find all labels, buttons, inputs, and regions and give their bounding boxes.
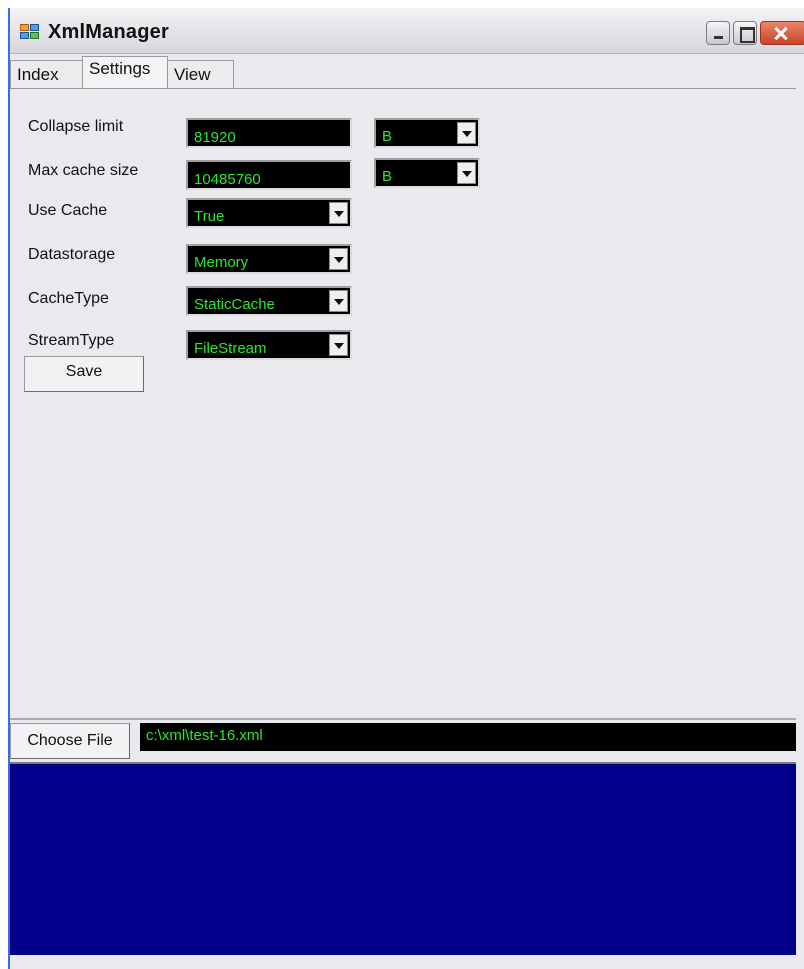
collapse-limit-unit-value: B [382, 128, 393, 145]
cache-type-select[interactable]: StaticCache [186, 286, 352, 316]
tab-view[interactable]: View [168, 60, 234, 88]
tab-page-border [10, 88, 796, 89]
chevron-down-icon[interactable] [329, 290, 348, 312]
chevron-down-icon[interactable] [457, 122, 476, 144]
stream-type-select[interactable]: FileStream [186, 330, 352, 360]
minimize-icon[interactable] [706, 21, 730, 45]
tab-settings[interactable]: Settings [82, 56, 168, 88]
max-cache-size-unit-value: B [382, 168, 393, 185]
max-cache-size-label: Max cache size [28, 162, 139, 179]
output-panel[interactable] [10, 762, 796, 955]
cache-type-value: StaticCache [194, 296, 275, 313]
use-cache-select[interactable]: True [186, 198, 352, 228]
max-cache-size-unit-select[interactable]: B [374, 158, 480, 188]
app-icon [20, 24, 40, 40]
stream-type-value: FileStream [194, 340, 267, 357]
title-bar[interactable]: XmlManager [10, 8, 804, 54]
use-cache-label: Use Cache [28, 202, 108, 219]
collapse-limit-unit-select[interactable]: B [374, 118, 480, 148]
max-cache-size-input[interactable]: 10485760 [186, 160, 352, 190]
chevron-down-icon[interactable] [329, 334, 348, 356]
maximize-icon[interactable] [733, 21, 757, 45]
use-cache-value: True [194, 208, 225, 225]
stream-type-label: StreamType [28, 332, 115, 349]
datastorage-label: Datastorage [28, 246, 116, 263]
file-path-field[interactable]: c:\xml\test-16.xml [140, 723, 796, 751]
chevron-down-icon[interactable] [329, 248, 348, 270]
panel-divider [10, 718, 796, 720]
chevron-down-icon[interactable] [329, 202, 348, 224]
save-button[interactable]: Save [24, 356, 144, 392]
collapse-limit-label: Collapse limit [28, 118, 124, 135]
choose-file-button[interactable]: Choose File [10, 723, 130, 759]
close-icon[interactable] [760, 21, 804, 45]
datastorage-value: Memory [194, 254, 249, 271]
cache-type-label: CacheType [28, 290, 109, 307]
window-title: XmlManager [48, 21, 169, 43]
chevron-down-icon[interactable] [457, 162, 476, 184]
datastorage-select[interactable]: Memory [186, 244, 352, 274]
collapse-limit-input[interactable]: 81920 [186, 118, 352, 148]
tab-index[interactable]: Index [10, 60, 82, 88]
